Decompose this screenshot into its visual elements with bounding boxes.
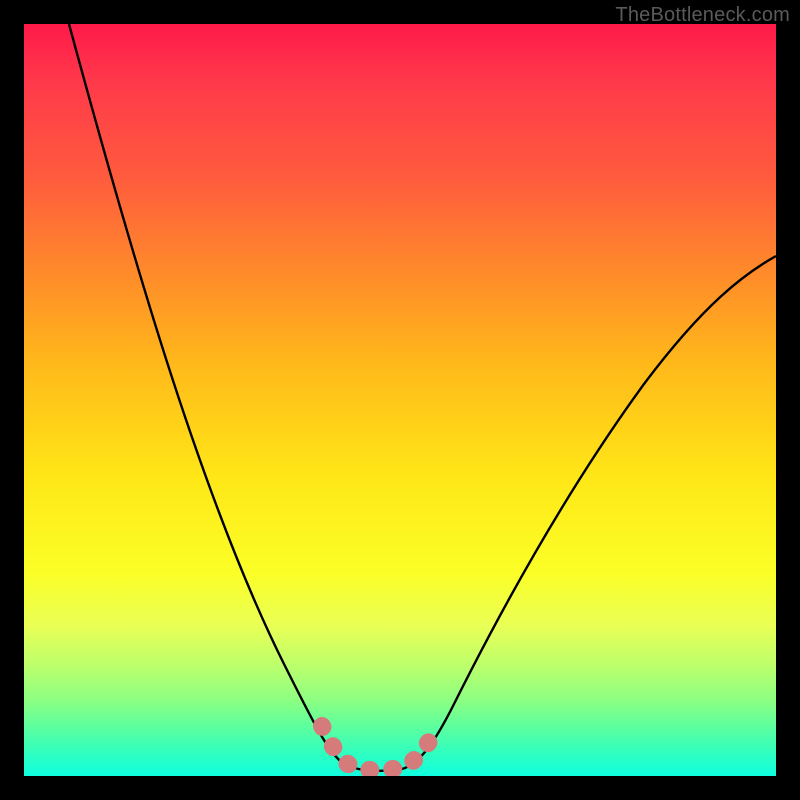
chart-plot-area — [24, 24, 776, 776]
chart-frame: TheBottleneck.com — [0, 0, 800, 800]
watermark-text: TheBottleneck.com — [615, 4, 790, 27]
bottleneck-curve — [69, 24, 776, 771]
chart-svg — [24, 24, 776, 776]
highlight-band — [322, 726, 436, 770]
